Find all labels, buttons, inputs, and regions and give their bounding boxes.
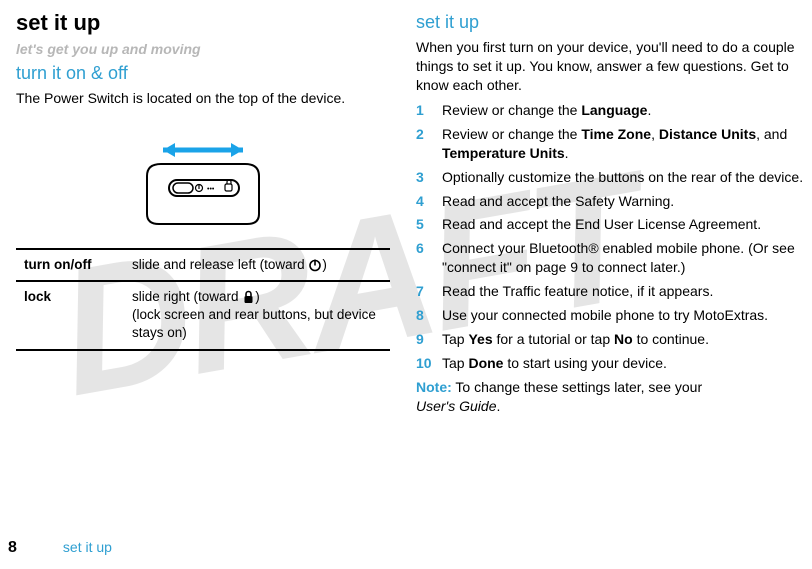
section-heading-set-it-up: set it up xyxy=(416,10,804,34)
step-number: 7 xyxy=(416,282,442,301)
step-text: Use your connected mobile phone to try M… xyxy=(442,306,804,325)
device-illustration: ••• xyxy=(16,136,390,226)
step-number: 1 xyxy=(416,101,442,120)
list-item: 1Review or change the Language. xyxy=(416,101,804,120)
guide-reference: User's Guide xyxy=(416,398,496,414)
step-number: 2 xyxy=(416,125,442,163)
lock-icon xyxy=(242,289,255,304)
text-fragment: slide right (toward xyxy=(132,289,242,304)
page-footer: 8 set it up xyxy=(0,539,112,557)
list-item: 5Read and accept the End User License Ag… xyxy=(416,215,804,234)
list-item: 6Connect your Bluetooth® enabled mobile … xyxy=(416,239,804,277)
intro-text: When you first turn on your device, you'… xyxy=(416,38,804,95)
step-number: 5 xyxy=(416,215,442,234)
row-text: slide right (toward ) (lock screen and r… xyxy=(124,281,390,350)
step-text: Connect your Bluetooth® enabled mobile p… xyxy=(442,239,804,277)
step-text: Tap Done to start using your device. xyxy=(442,354,804,373)
text-fragment: ) xyxy=(322,257,327,272)
steps-list: 1Review or change the Language. 2Review … xyxy=(416,101,804,373)
power-icon xyxy=(308,257,322,272)
page-number: 8 xyxy=(8,539,17,557)
page-title: set it up xyxy=(16,8,390,38)
step-text: Review or change the Language. xyxy=(442,101,804,120)
step-number: 3 xyxy=(416,168,442,187)
row-label-lock: lock xyxy=(16,281,124,350)
step-text: Tap Yes for a tutorial or tap No to cont… xyxy=(442,330,804,349)
svg-text:•••: ••• xyxy=(207,186,215,193)
step-text: Optionally customize the buttons on the … xyxy=(442,168,804,187)
table-row: lock slide right (toward ) (lock screen … xyxy=(16,281,390,350)
right-column: set it up When you first turn on your de… xyxy=(406,0,812,569)
step-number: 8 xyxy=(416,306,442,325)
body-text: The Power Switch is located on the top o… xyxy=(16,89,390,108)
step-number: 10 xyxy=(416,354,442,373)
instruction-table: turn on/off slide and release left (towa… xyxy=(16,248,390,351)
list-item: 8Use your connected mobile phone to try … xyxy=(416,306,804,325)
step-text: Read the Traffic feature notice, if it a… xyxy=(442,282,804,301)
text-fragment: ) xyxy=(255,289,260,304)
note-label: Note: xyxy=(416,379,452,395)
step-number: 9 xyxy=(416,330,442,349)
step-text: Read and accept the End User License Agr… xyxy=(442,215,804,234)
section-heading-turn-on-off: turn it on & off xyxy=(16,61,390,85)
list-item: 3Optionally customize the buttons on the… xyxy=(416,168,804,187)
step-number: 6 xyxy=(416,239,442,277)
row-text: slide and release left (toward ) xyxy=(124,249,390,281)
step-text: Review or change the Time Zone, Distance… xyxy=(442,125,804,163)
page-subtitle: let's get you up and moving xyxy=(16,40,390,59)
list-item: 2Review or change the Time Zone, Distanc… xyxy=(416,125,804,163)
list-item: 10Tap Done to start using your device. xyxy=(416,354,804,373)
left-column: set it up let's get you up and moving tu… xyxy=(0,0,406,569)
list-item: 4Read and accept the Safety Warning. xyxy=(416,192,804,211)
footer-section-name: set it up xyxy=(63,539,112,555)
step-number: 4 xyxy=(416,192,442,211)
text-fragment: slide and release left (toward xyxy=(132,257,308,272)
step-text: Read and accept the Safety Warning. xyxy=(442,192,804,211)
list-item: 9Tap Yes for a tutorial or tap No to con… xyxy=(416,330,804,349)
table-row: turn on/off slide and release left (towa… xyxy=(16,249,390,281)
note-text: Note: To change these settings later, se… xyxy=(416,378,804,416)
row-label-turn-on-off: turn on/off xyxy=(16,249,124,281)
list-item: 7Read the Traffic feature notice, if it … xyxy=(416,282,804,301)
text-fragment: (lock screen and rear buttons, but devic… xyxy=(132,307,376,340)
